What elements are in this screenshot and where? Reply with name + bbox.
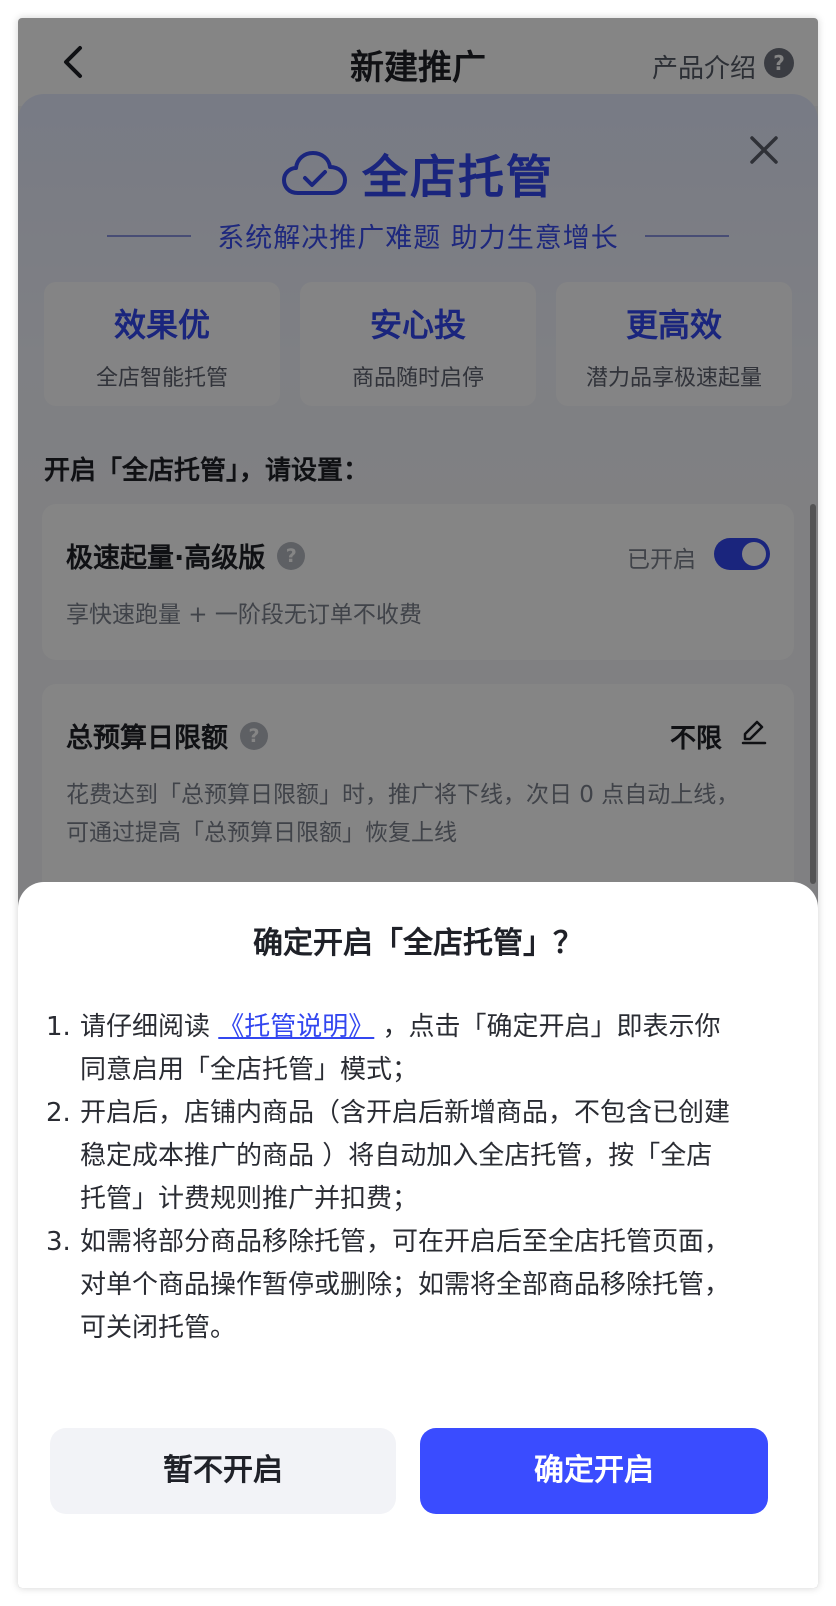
term-line: 如需将部分商品移除托管，可在开启后至全店托管页面，	[80, 1227, 731, 1257]
term-text: 如需将部分商品移除托管，可在开启后至全店托管页面， 对单个商品操作暂停或删除；如…	[80, 1221, 794, 1350]
term-text-part: ，点击「确定开启」即表示你	[374, 1012, 721, 1042]
scrollbar[interactable]	[810, 504, 816, 884]
confirm-button[interactable]: 确定开启	[420, 1428, 768, 1514]
term-line: 稳定成本推广的商品 ）将自动加入全店托管，按「全店	[80, 1141, 713, 1171]
list-item: 2. 开启后，店铺内商品（含开启后新增商品，不包含已创建 稳定成本推广的商品 ）…	[46, 1092, 794, 1221]
term-line: 请仔细阅读 《托管说明》 ，点击「确定开启」即表示你	[80, 1006, 794, 1049]
confirm-dialog: 确定开启「全店托管」？ 1. 请仔细阅读 《托管说明》 ，点击「确定开启」即表示…	[18, 882, 818, 1588]
term-number: 3.	[46, 1227, 71, 1257]
term-line: 托管」计费规则推广并扣费；	[80, 1184, 419, 1214]
term-line: 同意启用「全店托管」模式；	[80, 1055, 419, 1085]
hosting-terms-link[interactable]: 《托管说明》	[218, 1012, 374, 1042]
term-text-part: 请仔细阅读	[80, 1012, 219, 1042]
term-text: 开启后，店铺内商品（含开启后新增商品，不包含已创建 稳定成本推广的商品 ）将自动…	[80, 1092, 794, 1221]
list-item: 1. 请仔细阅读 《托管说明》 ，点击「确定开启」即表示你 同意启用「全店托管」…	[46, 1006, 794, 1092]
term-number: 2.	[46, 1098, 71, 1128]
term-line: 开启后，店铺内商品（含开启后新增商品，不包含已创建	[80, 1098, 731, 1128]
term-number: 1.	[46, 1012, 71, 1042]
dialog-title: 确定开启「全店托管」？	[253, 926, 583, 961]
term-line: 可关闭托管。	[80, 1313, 237, 1343]
list-item: 3. 如需将部分商品移除托管，可在开启后至全店托管页面， 对单个商品操作暂停或删…	[46, 1221, 794, 1350]
terms-list: 1. 请仔细阅读 《托管说明》 ，点击「确定开启」即表示你 同意启用「全店托管」…	[46, 1006, 794, 1350]
cancel-button[interactable]: 暂不开启	[50, 1428, 396, 1514]
term-text: 请仔细阅读 《托管说明》 ，点击「确定开启」即表示你 同意启用「全店托管」模式；	[80, 1006, 794, 1092]
app-screen: 新建推广 产品介绍 ? 全店托管 系统解决推广难题 助力生意增长 效果优 全店智…	[18, 18, 818, 1588]
term-line: 对单个商品操作暂停或删除；如需将全部商品移除托管，	[80, 1270, 731, 1300]
